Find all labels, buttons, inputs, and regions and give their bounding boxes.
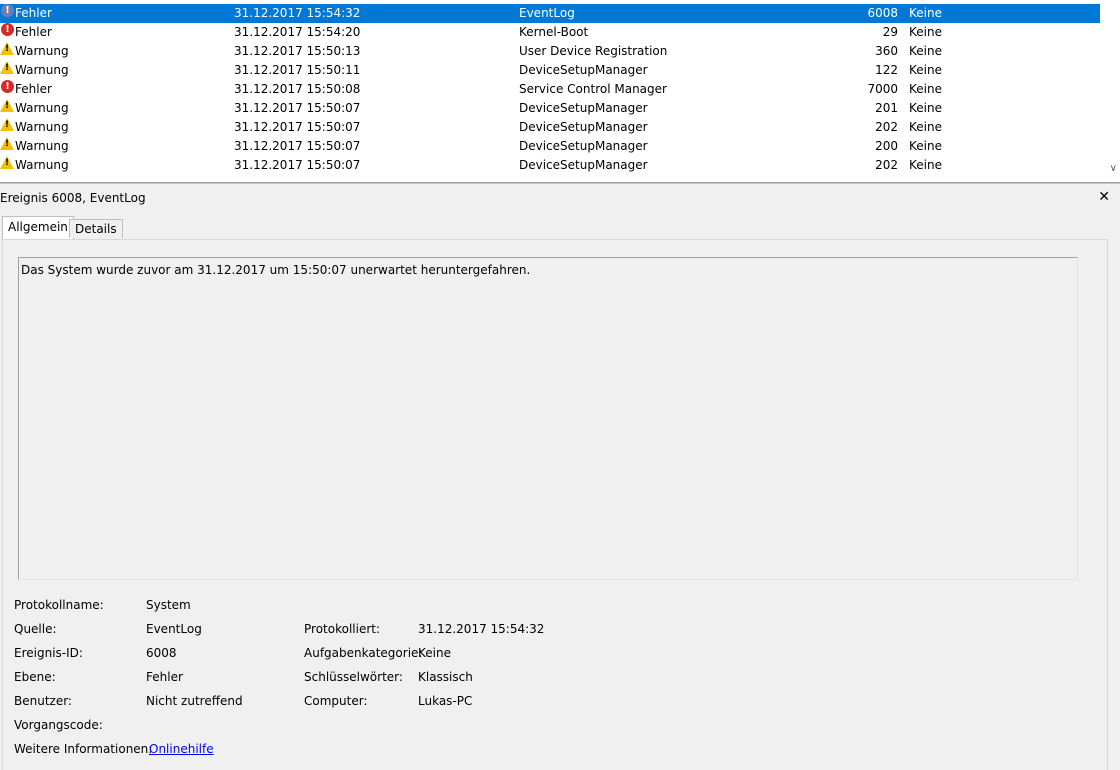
source-label: Quelle: [14,622,57,636]
keywords-value: Klassisch [418,670,473,684]
event-message-box[interactable]: Das System wurde zuvor am 31.12.2017 um … [18,257,1078,580]
warning-icon [0,137,14,156]
log-name-value: System [146,598,191,612]
event-level: Fehler [15,6,52,20]
event-category: Keine [909,25,942,39]
computer-value: Lukas-PC [418,694,473,708]
event-date: 31.12.2017 15:50:11 [234,63,361,77]
event-source: User Device Registration [519,44,668,58]
event-id: 29 [882,25,898,39]
event-category: Keine [909,63,942,77]
event-id: 122 [875,63,898,77]
event-category: Keine [909,82,942,96]
event-date: 31.12.2017 15:50:07 [234,139,361,153]
error-icon: ! [0,23,14,42]
event-date: 31.12.2017 15:50:07 [234,120,361,134]
level-value: Fehler [146,670,183,684]
warning-icon [0,156,14,175]
computer-label: Computer: [304,694,368,708]
event-date: 31.12.2017 15:50:07 [234,158,361,172]
event-source: Kernel-Boot [519,25,589,39]
general-panel: Das System wurde zuvor am 31.12.2017 um … [2,239,1108,770]
keywords-label: Schlüsselwörter: [304,670,403,684]
task-category-label: Aufgabenkategorie: [304,646,423,660]
event-date: 31.12.2017 15:50:13 [234,44,361,58]
event-id: 201 [875,101,898,115]
detail-header: Ereignis 6008, EventLog ✕ [0,183,1120,212]
logged-label: Protokolliert: [304,622,381,636]
event-level: Warnung [15,139,69,153]
event-level: Warnung [15,44,69,58]
event-level: Warnung [15,63,69,77]
event-level: Fehler [15,25,52,39]
error-icon: ! [0,4,14,23]
event-level: Fehler [15,82,52,96]
event-category: Keine [909,139,942,153]
event-date: 31.12.2017 15:50:08 [234,82,361,96]
log-name-label: Protokollname: [14,598,104,612]
event-row[interactable]: Warnung 31.12.2017 15:50:11 DeviceSetupMan… [0,61,1100,80]
close-icon[interactable]: ✕ [1098,189,1110,205]
event-id: 200 [875,139,898,153]
user-value: Nicht zutreffend [146,694,243,708]
event-row[interactable]: Warnung 31.12.2017 15:50:07 DeviceSetupMan… [0,156,1100,175]
event-date: 31.12.2017 15:54:20 [234,25,361,39]
event-row[interactable]: ! Fehler 31.12.2017 15:54:20 Kernel-Boot 29 K… [0,23,1100,42]
event-source: EventLog [519,6,575,20]
vertical-scrollbar[interactable]: ∨ [1103,0,1120,182]
task-category-value: Keine [418,646,451,660]
event-category: Keine [909,158,942,172]
event-row[interactable]: ! Fehler 31.12.2017 15:54:32 EventLog 6008 Ke… [0,4,1100,23]
warning-icon [0,118,14,137]
event-date: 31.12.2017 15:54:32 [234,6,361,20]
event-row[interactable]: Warnung 31.12.2017 15:50:07 DeviceSetupMan… [0,137,1100,156]
event-id-label: Ereignis-ID: [14,646,83,660]
event-row[interactable]: Warnung 31.12.2017 15:50:13 User Device Re… [0,42,1100,61]
event-source: DeviceSetupManager [519,101,648,115]
event-row[interactable]: ! Fehler 31.12.2017 15:50:08 Service Contro… [0,80,1100,99]
event-category: Keine [909,101,942,115]
event-level: Warnung [15,101,69,115]
event-source: Service Control Manager [519,82,667,96]
event-date: 31.12.2017 15:50:07 [234,101,361,115]
event-id: 7000 [867,82,898,96]
level-label: Ebene: [14,670,56,684]
event-level: Warnung [15,158,69,172]
event-row[interactable]: Warnung 31.12.2017 15:50:07 DeviceSetupMan… [0,118,1100,137]
tab-details[interactable]: Details [69,219,123,238]
tab-general[interactable]: Allgemein [2,216,74,239]
event-source: DeviceSetupManager [519,120,648,134]
scroll-down-arrow-icon[interactable]: ∨ [1110,163,1117,174]
event-category: Keine [909,6,942,20]
event-level: Warnung [15,120,69,134]
event-id: 202 [875,120,898,134]
user-label: Benutzer: [14,694,72,708]
event-list[interactable]: ! Fehler 31.12.2017 15:54:32 EventLog 6008 Ke… [0,0,1120,183]
error-icon: ! [0,80,14,99]
detail-title: Ereignis 6008, EventLog [0,191,146,205]
event-category: Keine [909,120,942,134]
event-source: DeviceSetupManager [519,158,648,172]
online-help-link[interactable]: Onlinehilfe [149,742,214,756]
warning-icon [0,42,14,61]
event-category: Keine [909,44,942,58]
event-id: 6008 [867,6,898,20]
event-id: 360 [875,44,898,58]
logged-value: 31.12.2017 15:54:32 [418,622,545,636]
event-id: 202 [875,158,898,172]
event-source: DeviceSetupManager [519,63,648,77]
event-source: DeviceSetupManager [519,139,648,153]
more-info-label: Weitere Informationen: [14,742,153,756]
event-id-value: 6008 [146,646,177,660]
opcode-label: Vorgangscode: [14,718,103,732]
warning-icon [0,61,14,80]
source-value: EventLog [146,622,202,636]
event-row[interactable]: Warnung 31.12.2017 15:50:07 DeviceSetupMan… [0,99,1100,118]
warning-icon [0,99,14,118]
event-message: Das System wurde zuvor am 31.12.2017 um … [21,263,531,277]
